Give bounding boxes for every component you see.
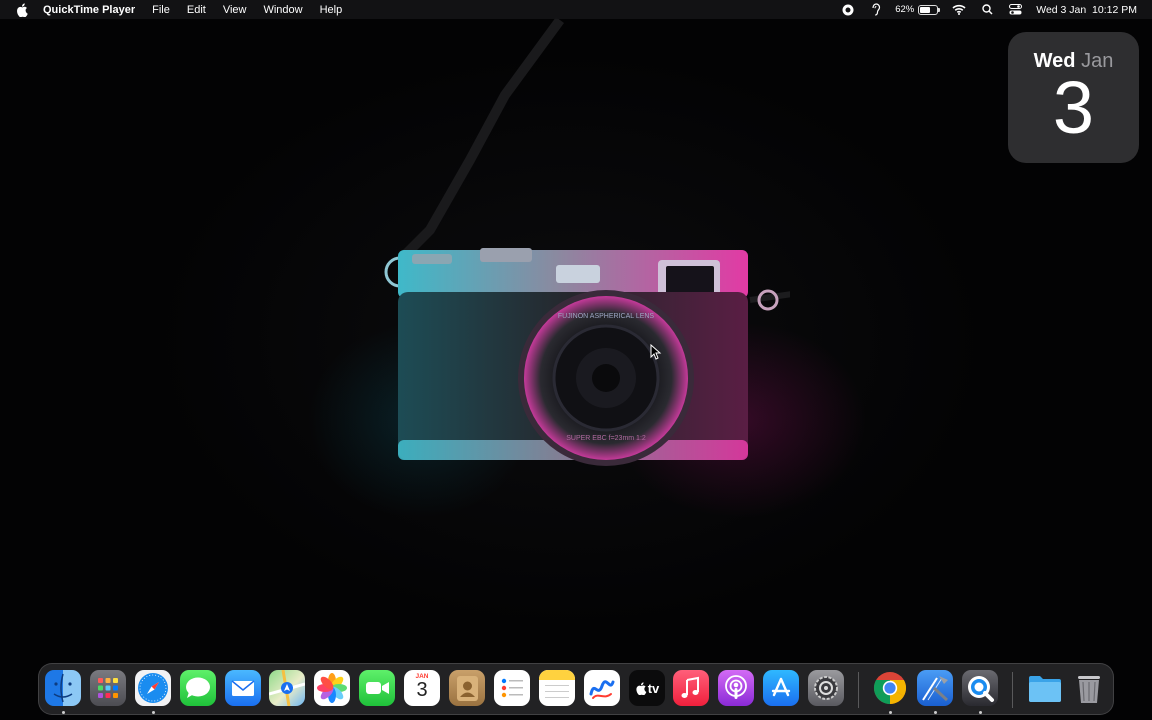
widget-date: 3 <box>1052 66 1095 149</box>
calendar-icon-day: 3 <box>416 679 428 701</box>
messages-icon[interactable] <box>180 670 216 706</box>
freeform-icon[interactable] <box>584 670 620 706</box>
chrome-icon[interactable] <box>872 670 908 706</box>
menu-help[interactable]: Help <box>320 4 343 16</box>
battery-icon[interactable] <box>918 4 941 15</box>
notes-icon[interactable] <box>539 670 575 706</box>
apple-menu-icon[interactable] <box>15 2 29 18</box>
app-store-icon[interactable] <box>763 670 799 706</box>
photos-icon[interactable] <box>314 670 350 706</box>
menu-window[interactable]: Window <box>263 4 302 16</box>
trash-icon[interactable] <box>1071 670 1107 706</box>
system-settings-icon[interactable] <box>808 670 844 706</box>
chrome-running-dot <box>889 711 892 714</box>
safari-icon[interactable] <box>135 670 171 706</box>
menu-clock[interactable]: Wed 3 Jan 10:12 PM <box>1036 4 1137 16</box>
xcode-icon[interactable] <box>917 670 953 706</box>
wifi-icon[interactable] <box>952 3 966 17</box>
dock-divider-2 <box>1012 672 1013 708</box>
mail-icon[interactable] <box>225 670 261 706</box>
podcasts-icon[interactable] <box>718 670 754 706</box>
menu-edit[interactable]: Edit <box>187 4 206 16</box>
finder-icon[interactable] <box>45 670 81 706</box>
quicktime-player-icon[interactable] <box>962 670 998 706</box>
music-icon[interactable] <box>673 670 709 706</box>
spotlight-search-icon[interactable] <box>980 3 994 17</box>
quicktime-running-dot <box>979 711 982 714</box>
facetime-icon[interactable] <box>359 670 395 706</box>
launchpad-icon[interactable] <box>90 670 126 706</box>
menu-bar: QuickTime Player File Edit View Window H… <box>0 0 1152 19</box>
calendar-widget[interactable]: Wed Jan 3 <box>1008 32 1139 163</box>
menu-file[interactable]: File <box>152 4 170 16</box>
menu-app-name[interactable]: QuickTime Player <box>43 4 135 16</box>
screen-recording-icon[interactable] <box>841 3 855 17</box>
accessibility-icon[interactable] <box>869 3 883 17</box>
reminders-icon[interactable] <box>494 670 530 706</box>
battery-fill <box>920 6 931 13</box>
maps-icon[interactable] <box>269 670 305 706</box>
calendar-icon[interactable]: JAN 3 <box>404 670 440 706</box>
apple-tv-label: tv <box>647 680 660 696</box>
dock: JAN 3 tv <box>38 663 1114 715</box>
camera-wallpaper-image: FUJINON ASPHERICAL LENS SUPER EBC f=23mm… <box>384 17 790 466</box>
xcode-running-dot <box>934 711 937 714</box>
downloads-folder-icon[interactable] <box>1027 670 1063 706</box>
control-center-icon[interactable] <box>1008 3 1022 17</box>
lens-text-top: FUJINON ASPHERICAL LENS <box>558 313 655 320</box>
finder-running-dot <box>62 711 65 714</box>
menu-view[interactable]: View <box>223 4 247 16</box>
safari-running-dot <box>152 711 155 714</box>
contacts-icon[interactable] <box>449 670 485 706</box>
apple-tv-icon[interactable]: tv <box>629 670 665 706</box>
lens-text-bottom: SUPER EBC f=23mm 1:2 <box>566 435 646 442</box>
mouse-cursor-icon <box>650 344 662 360</box>
desktop-wallpaper: FUJINON ASPHERICAL LENS SUPER EBC f=23mm… <box>0 0 1152 720</box>
dock-divider <box>858 672 859 708</box>
battery-percentage: 62% <box>895 4 915 15</box>
